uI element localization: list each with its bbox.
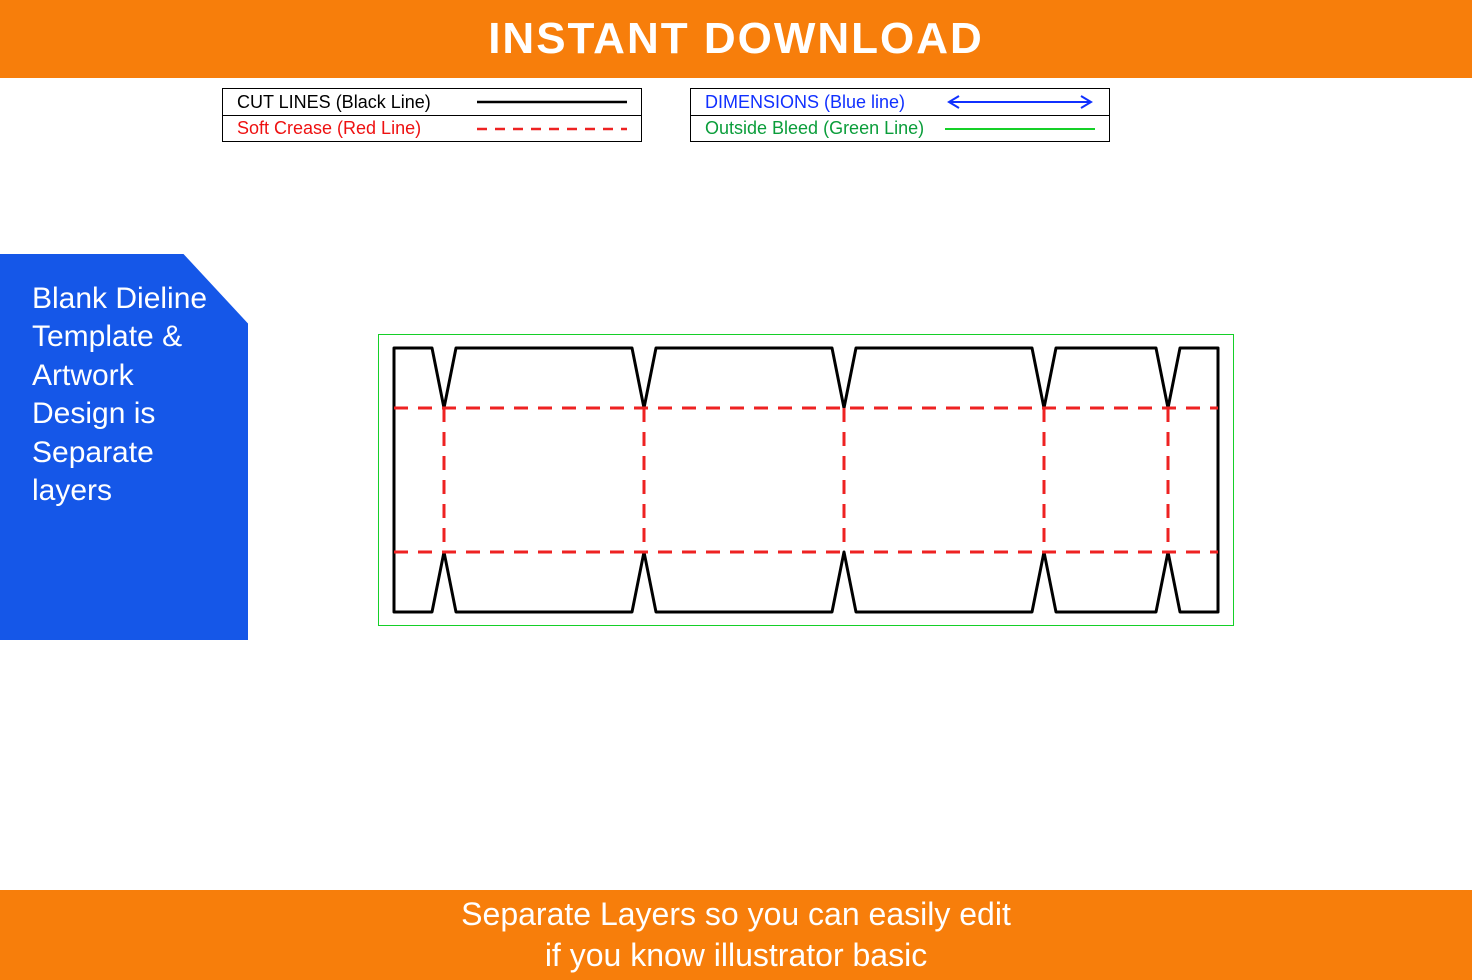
legend-row-bleed: Outside Bleed (Green Line) — [691, 115, 1109, 141]
legend-label: DIMENSIONS (Blue line) — [705, 92, 905, 113]
legend-row-crease: Soft Crease (Red Line) — [223, 115, 641, 141]
legend-box-right: DIMENSIONS (Blue line) Outside Bleed (Gr… — [690, 88, 1110, 142]
legend-box-left: CUT LINES (Black Line) Soft Crease (Red … — [222, 88, 642, 142]
legend-label: Outside Bleed (Green Line) — [705, 118, 924, 139]
dieline-diagram — [378, 334, 1234, 626]
legend-label: CUT LINES (Black Line) — [237, 92, 431, 113]
legend-row-cut: CUT LINES (Black Line) — [223, 89, 641, 115]
swatch-arrow-blue-icon — [945, 93, 1095, 111]
top-banner: INSTANT DOWNLOAD — [0, 0, 1472, 78]
bottom-banner: Separate Layers so you can easily edit i… — [0, 890, 1472, 980]
side-panel: Blank Dieline Template & Artwork Design … — [0, 254, 248, 640]
legend: CUT LINES (Black Line) Soft Crease (Red … — [222, 88, 1110, 142]
swatch-dashed-red-icon — [477, 120, 627, 138]
dieline-svg-icon — [378, 334, 1234, 626]
bottom-line1: Separate Layers so you can easily edit — [461, 896, 1011, 932]
legend-row-dimension: DIMENSIONS (Blue line) — [691, 89, 1109, 115]
bottom-line2: if you know illustrator basic — [545, 937, 927, 973]
top-banner-text: INSTANT DOWNLOAD — [488, 14, 984, 64]
swatch-solid-black-icon — [477, 93, 627, 111]
legend-label: Soft Crease (Red Line) — [237, 118, 421, 139]
bottom-banner-text: Separate Layers so you can easily edit i… — [461, 894, 1011, 976]
side-panel-text: Blank Dieline Template & Artwork Design … — [32, 280, 220, 510]
swatch-solid-green-icon — [945, 120, 1095, 138]
